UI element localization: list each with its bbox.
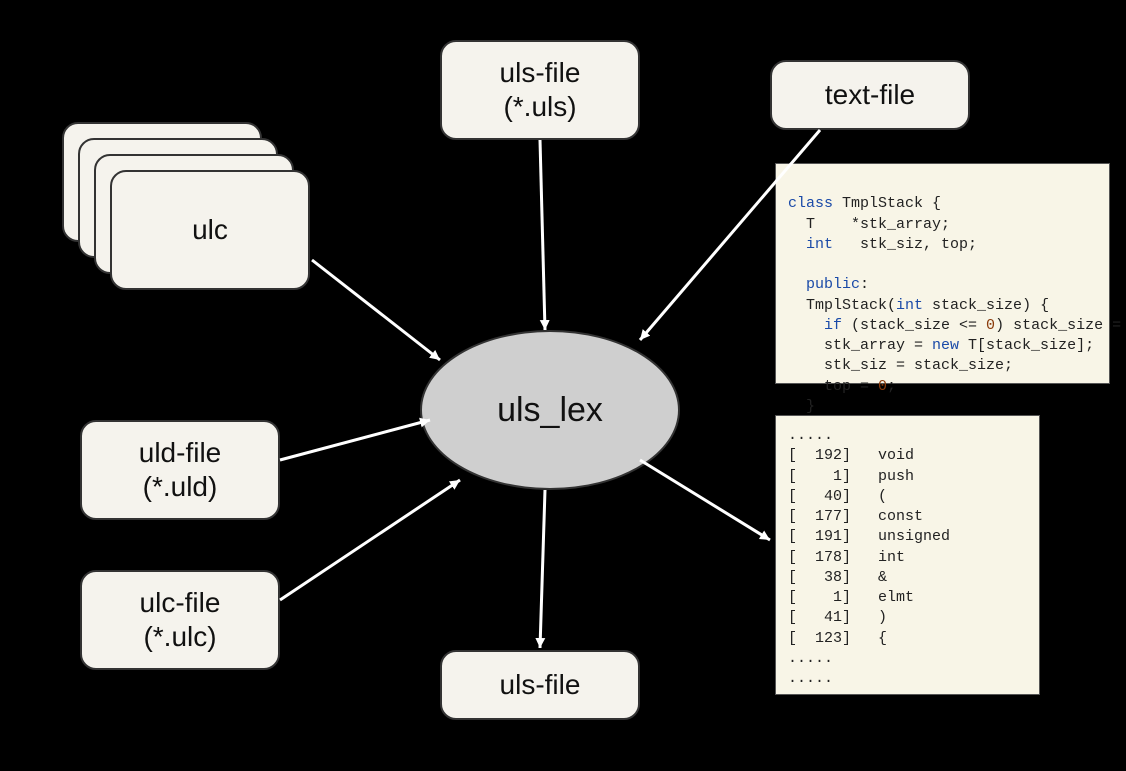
ulc-file-line2: (*.ulc) <box>143 620 216 654</box>
ulc-label: ulc <box>192 213 228 247</box>
uls-file-top-line1: uls-file <box>500 56 581 90</box>
uls-file-bottom-label: uls-file <box>500 668 581 702</box>
uld-file-node: uld-file (*.uld) <box>80 420 280 520</box>
uls-lex-label: uls_lex <box>497 391 603 430</box>
code-sample-top: class TmplStack { T *stk_array; int stk_… <box>775 163 1110 384</box>
ulc-node: ulc <box>110 170 310 290</box>
uld-file-line2: (*.uld) <box>143 470 218 504</box>
uls-file-top-line2: (*.uls) <box>503 90 576 124</box>
uld-file-line1: uld-file <box>139 436 221 470</box>
code-sample-bottom: ..... [ 192] void [ 1] push [ 40] ( [ 17… <box>775 415 1040 695</box>
ulc-file-line1: ulc-file <box>140 586 221 620</box>
uls-lex-ellipse: uls_lex <box>420 330 680 490</box>
ulc-file-node: ulc-file (*.ulc) <box>80 570 280 670</box>
text-file-label: text-file <box>825 78 915 112</box>
text-file-node: text-file <box>770 60 970 130</box>
uls-file-bottom-node: uls-file <box>440 650 640 720</box>
uls-file-top-node: uls-file (*.uls) <box>440 40 640 140</box>
